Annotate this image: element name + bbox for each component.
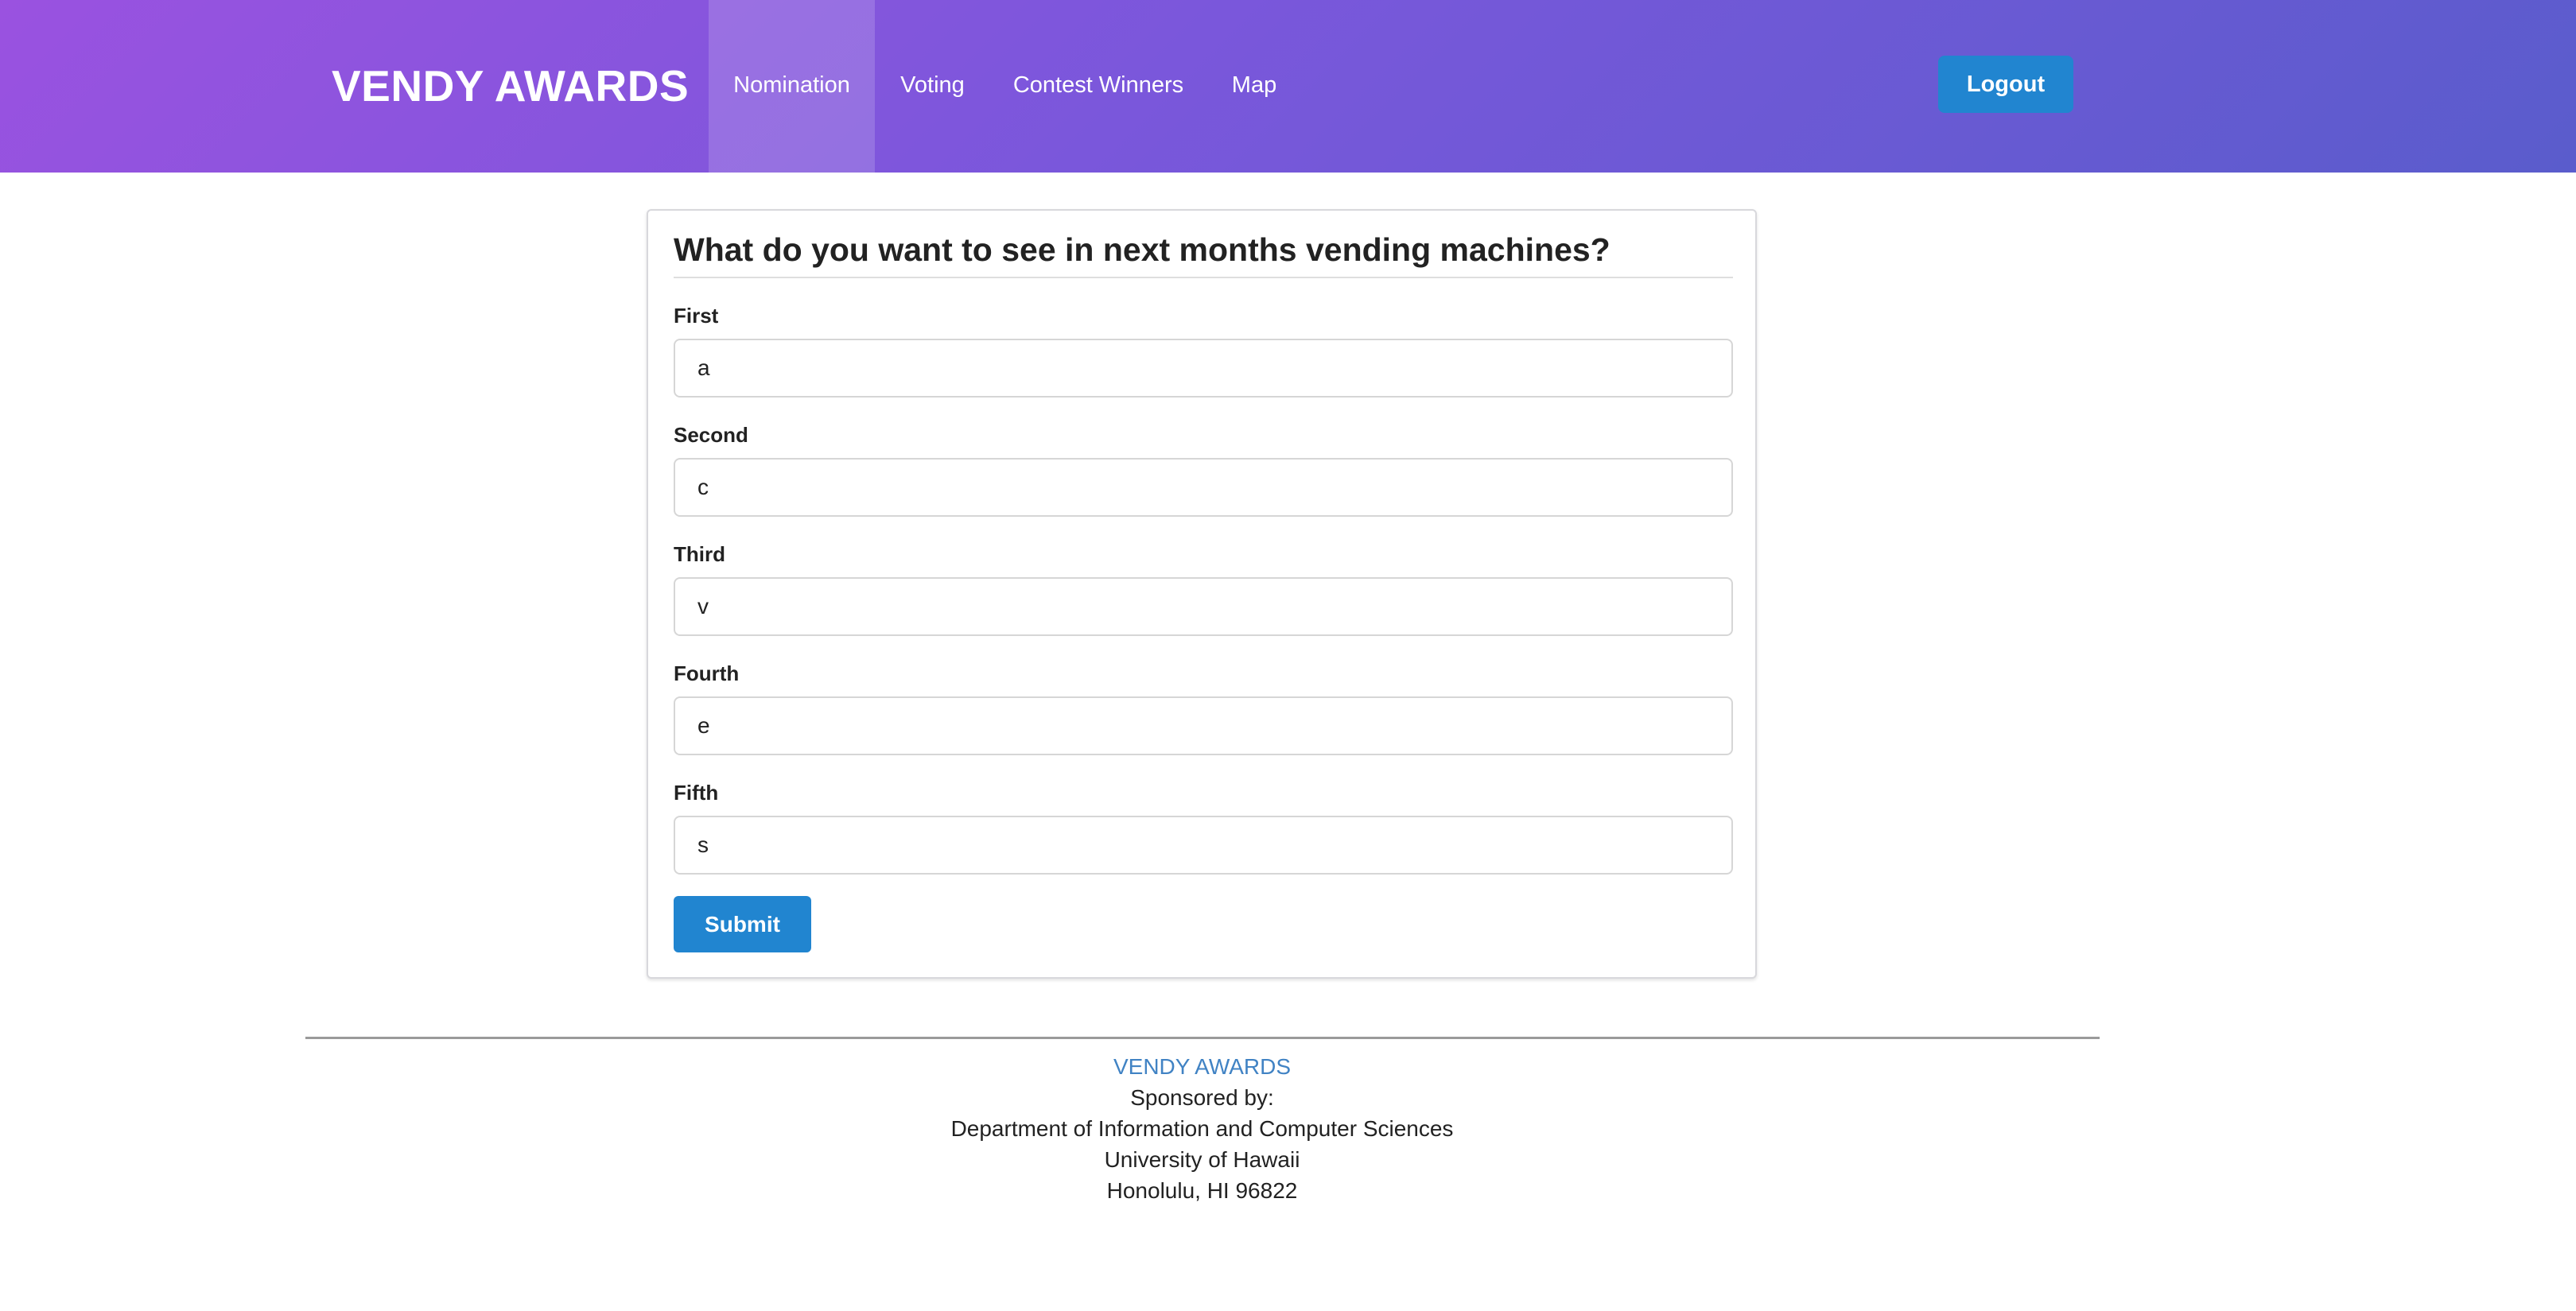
footer-divider	[305, 1037, 2100, 1039]
field-label-first: First	[674, 304, 719, 328]
submit-button[interactable]: Submit	[674, 896, 811, 952]
first-input[interactable]	[674, 339, 1733, 398]
logout-button[interactable]: Logout	[1938, 56, 2073, 113]
footer-department: Department of Information and Computer S…	[950, 1116, 1454, 1141]
form-title: What do you want to see in next months v…	[674, 231, 1610, 268]
fourth-input[interactable]	[674, 696, 1733, 755]
nomination-form-card: What do you want to see in next months v…	[647, 209, 1757, 979]
third-input[interactable]	[674, 577, 1733, 636]
footer-university: University of Hawaii	[1104, 1147, 1300, 1172]
footer-address: Honolulu, HI 96822	[1106, 1178, 1298, 1203]
footer: VENDY AWARDS Sponsored by: Department of…	[0, 1051, 2404, 1206]
brand-title[interactable]: VENDY AWARDS	[332, 0, 689, 173]
nav-item-nomination[interactable]: Nomination	[709, 0, 875, 173]
footer-brand-link[interactable]: VENDY AWARDS	[1113, 1054, 1291, 1079]
field-label-fifth: Fifth	[674, 781, 719, 805]
form-title-divider	[674, 277, 1733, 278]
field-label-fourth: Fourth	[674, 661, 740, 685]
field-label-third: Third	[674, 542, 725, 566]
nav-item-map[interactable]: Map	[1206, 0, 1302, 173]
footer-sponsored-by: Sponsored by:	[1130, 1085, 1274, 1110]
second-input[interactable]	[674, 458, 1733, 517]
nav-item-contest-winners[interactable]: Contest Winners	[990, 0, 1206, 173]
fifth-input[interactable]	[674, 816, 1733, 875]
field-label-second: Second	[674, 423, 748, 447]
top-navbar: VENDY AWARDS Nomination Voting Contest W…	[0, 0, 2576, 173]
nav-item-voting[interactable]: Voting	[875, 0, 990, 173]
